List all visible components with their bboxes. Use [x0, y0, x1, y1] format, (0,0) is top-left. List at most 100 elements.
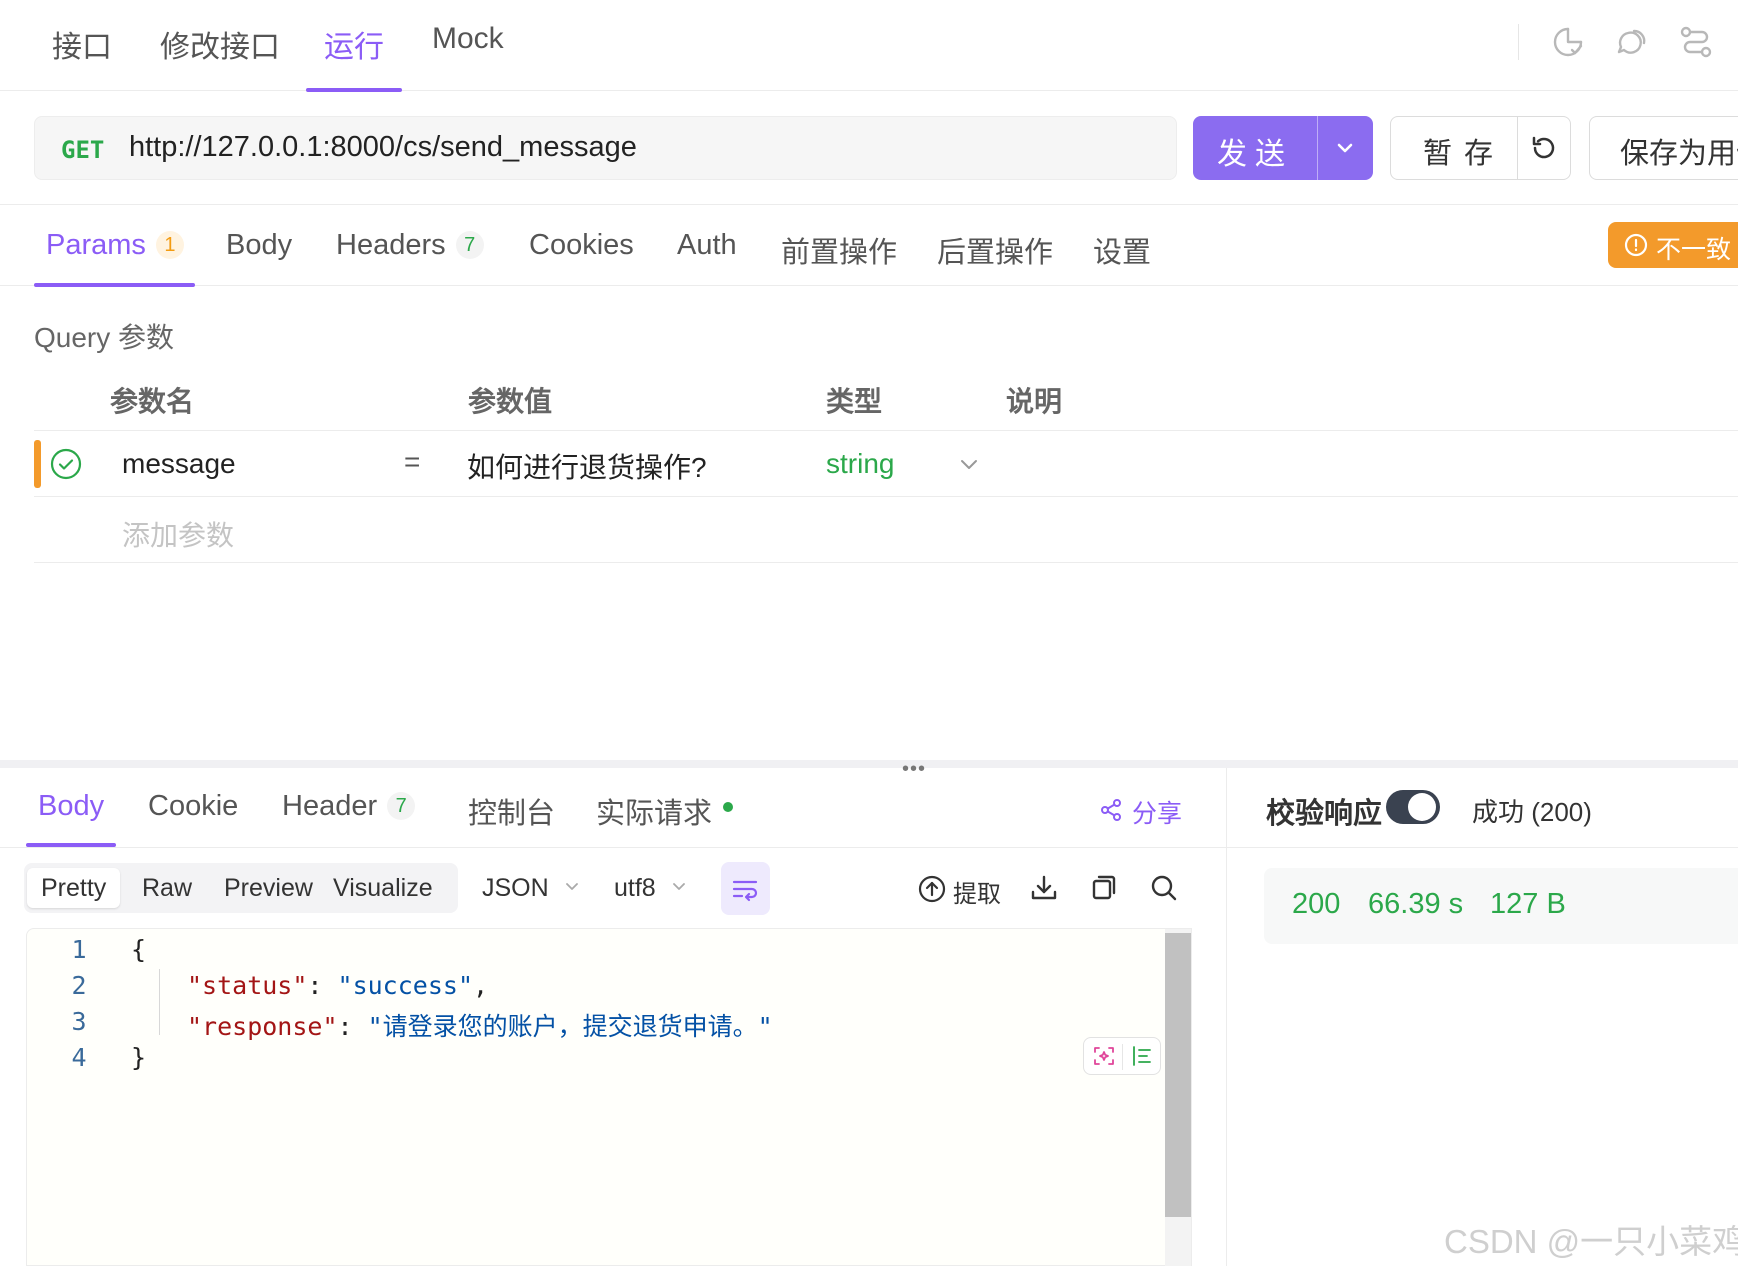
url-input-box[interactable]: GET http://127.0.0.1:8000/cs/send_messag…: [34, 116, 1177, 180]
tab-settings[interactable]: 设置: [1093, 229, 1151, 271]
panel-splitter[interactable]: [0, 760, 1738, 768]
line-number: 1: [71, 935, 87, 964]
json-key: "response": [187, 1012, 338, 1041]
mismatch-label: 不一致: [1656, 236, 1732, 264]
json-brace: }: [131, 1043, 147, 1072]
send-label: 发送: [1217, 138, 1293, 171]
equals-sign: =: [404, 446, 421, 477]
divider: [1226, 768, 1227, 1266]
url-input[interactable]: http://127.0.0.1:8000/cs/send_message: [129, 131, 637, 164]
http-method[interactable]: GET: [61, 136, 104, 164]
format-segmented-control: Pretty Raw Preview Visualize: [24, 863, 458, 913]
validate-response-label: 校验响应: [1266, 798, 1383, 830]
tab-headers-label: Headers: [336, 229, 446, 261]
column-header-description: 说明: [1006, 386, 1063, 417]
refresh-icon[interactable]: [1529, 133, 1559, 163]
save-as-case-button[interactable]: 保存为用例: [1589, 116, 1738, 180]
column-header-type: 类型: [826, 386, 883, 417]
request-tab-bar: Params 1 Body Headers 7 Cookies Auth 前置操作 …: [0, 204, 1738, 287]
param-name[interactable]: message: [122, 448, 236, 480]
word-wrap-button[interactable]: [721, 862, 770, 915]
tab-body[interactable]: Body: [226, 229, 292, 262]
chevron-down-icon[interactable]: [956, 451, 982, 477]
warning-circle-icon: [1624, 233, 1648, 257]
add-param-input[interactable]: 添加参数: [122, 514, 234, 554]
status-code: 200: [1292, 888, 1341, 920]
scrollbar-thumb[interactable]: [1165, 933, 1191, 1217]
format-preview[interactable]: Preview: [210, 868, 327, 908]
chevron-down-icon[interactable]: [1331, 134, 1359, 162]
stash-button-group: 暂 存: [1390, 116, 1571, 180]
divider: [1517, 117, 1518, 179]
json-key: "status": [187, 971, 308, 1000]
active-tab-indicator: [34, 283, 195, 287]
header-count-badge: 7: [387, 792, 416, 820]
drag-handle-icon[interactable]: •••: [902, 758, 926, 781]
chevron-down-icon: [565, 883, 578, 890]
tab-cookies[interactable]: Cookies: [529, 229, 634, 262]
line-number: 2: [71, 971, 87, 1000]
download-icon[interactable]: [1028, 872, 1060, 904]
tab-params-label: Params: [46, 229, 146, 261]
format-pretty[interactable]: Pretty: [27, 868, 121, 908]
language-select[interactable]: JSON: [482, 874, 580, 903]
tab-headers[interactable]: Headers 7: [336, 229, 484, 262]
param-type-select[interactable]: string: [826, 448, 894, 480]
encoding-value: utf8: [614, 874, 656, 902]
tab-auth[interactable]: Auth: [677, 229, 737, 262]
align-list-icon[interactable]: [1130, 1044, 1154, 1068]
toggle-knob: [1408, 793, 1436, 821]
column-header-value: 参数值: [468, 386, 553, 417]
row-drag-handle[interactable]: [34, 440, 41, 488]
language-value: JSON: [482, 874, 549, 902]
tab-console[interactable]: 控制台: [468, 790, 555, 832]
divider: [1518, 24, 1519, 60]
column-header-name: 参数名: [110, 386, 195, 417]
validate-toggle[interactable]: [1386, 790, 1440, 824]
share-icon: [1098, 797, 1124, 823]
comment-icon[interactable]: [1614, 24, 1650, 60]
tab-response-header-label: Header: [282, 790, 378, 822]
response-size: 127 B: [1490, 888, 1566, 920]
top-tab-bar: 接口 修改接口 运行 Mock: [0, 0, 1738, 92]
mismatch-badge[interactable]: 不一致: [1608, 222, 1738, 268]
ai-scan-icon[interactable]: [1092, 1044, 1116, 1068]
line-number: 3: [71, 1007, 87, 1036]
check-circle-icon[interactable]: [50, 448, 82, 480]
tab-response-header[interactable]: Header 7: [282, 790, 416, 823]
divider: [1317, 116, 1318, 180]
flow-icon[interactable]: [1678, 24, 1714, 60]
wrap-lines-icon: [731, 875, 759, 903]
json-brace: {: [131, 935, 147, 964]
format-visualize[interactable]: Visualize: [319, 868, 447, 908]
tab-response-cookie[interactable]: Cookie: [148, 790, 238, 823]
editor-float-toolbar: [1083, 1037, 1161, 1075]
tab-edit-interface[interactable]: 修改接口: [158, 22, 282, 92]
code-line: {: [131, 935, 146, 964]
search-icon[interactable]: [1148, 872, 1180, 904]
format-raw[interactable]: Raw: [128, 868, 206, 908]
tab-run[interactable]: 运行: [306, 22, 402, 92]
response-stats: 200 66.39 s 127 B: [1264, 868, 1738, 944]
tab-actual-request[interactable]: 实际请求: [596, 790, 712, 832]
copy-icon[interactable]: [1088, 872, 1120, 904]
json-value: "请登录您的账户，提交退货申请。": [367, 1012, 773, 1041]
divider: [34, 562, 1738, 563]
tab-mock[interactable]: Mock: [430, 22, 506, 92]
response-code-editor[interactable]: 1 2 3 4 { "status": "success", "response…: [26, 928, 1192, 1266]
stash-button[interactable]: 暂 存: [1423, 130, 1495, 172]
tab-response-body[interactable]: Body: [38, 790, 104, 823]
divider: [0, 847, 1738, 848]
validation-result: 成功 (200): [1472, 797, 1592, 827]
extract-label: 提取: [953, 881, 1001, 908]
code-line: "status": "success",: [187, 971, 489, 1000]
tab-pre-processors[interactable]: 前置操作: [781, 229, 897, 271]
send-button[interactable]: 发送: [1193, 116, 1373, 180]
divider: [1122, 1044, 1123, 1070]
tab-post-processors[interactable]: 后置操作: [937, 229, 1053, 271]
tab-interface[interactable]: 接口: [50, 22, 114, 92]
encoding-select[interactable]: utf8: [614, 874, 687, 903]
tab-params[interactable]: Params 1: [46, 229, 184, 262]
param-value[interactable]: 如何进行退货操作?: [467, 446, 707, 486]
history-check-icon[interactable]: [1550, 24, 1586, 60]
